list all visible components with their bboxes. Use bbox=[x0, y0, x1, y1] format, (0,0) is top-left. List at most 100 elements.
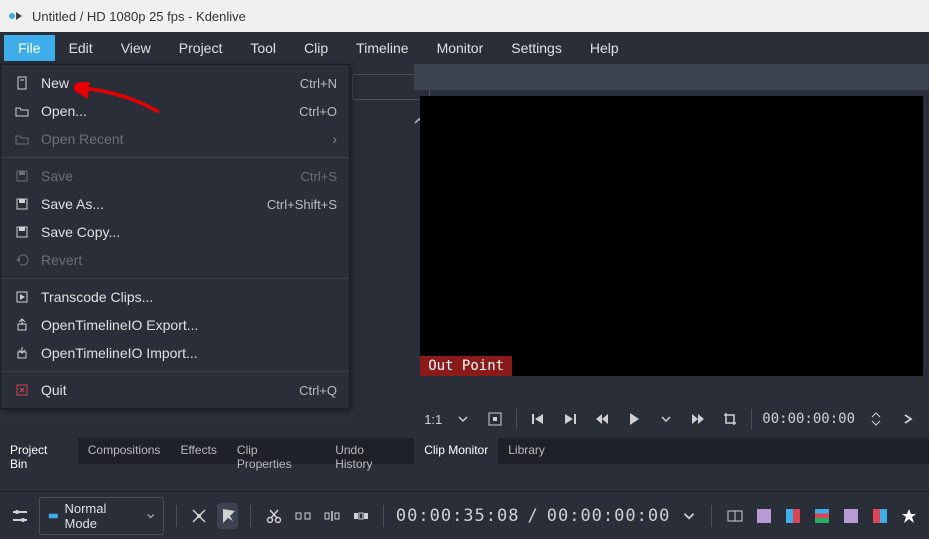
shortcut-label: Ctrl+Shift+S bbox=[267, 197, 337, 212]
import-icon bbox=[13, 344, 31, 362]
zoom-chevron-icon[interactable] bbox=[452, 408, 474, 430]
safe-zone-icon[interactable] bbox=[484, 408, 506, 430]
export-icon bbox=[13, 316, 31, 334]
play-chevron-icon[interactable] bbox=[655, 408, 677, 430]
file-menu-save-copy[interactable]: Save Copy... bbox=[1, 218, 349, 246]
fast-forward-icon[interactable] bbox=[687, 408, 709, 430]
window-title: Untitled / HD 1080p 25 fps - Kdenlive bbox=[32, 9, 246, 24]
spacer-icon[interactable] bbox=[292, 503, 313, 529]
menu-timeline[interactable]: Timeline bbox=[342, 35, 422, 61]
shortcut-label: Ctrl+N bbox=[300, 76, 337, 91]
file-menu-new[interactable]: NewCtrl+N bbox=[1, 69, 349, 97]
tab-compositions[interactable]: Compositions bbox=[78, 438, 171, 464]
monitor-timecode[interactable]: 00:00:00:00 bbox=[762, 411, 855, 427]
crop-icon[interactable] bbox=[719, 408, 741, 430]
separator bbox=[383, 505, 384, 527]
overwrite-icon[interactable] bbox=[350, 503, 371, 529]
menu-settings[interactable]: Settings bbox=[497, 35, 576, 61]
menu-separator bbox=[1, 278, 349, 279]
track-color-5-icon[interactable] bbox=[869, 503, 890, 529]
separator bbox=[751, 409, 752, 429]
transcode-icon bbox=[13, 288, 31, 306]
menu-item-label: Save Copy... bbox=[41, 224, 337, 240]
tab-undo-history[interactable]: Undo History bbox=[325, 438, 414, 464]
menu-edit[interactable]: Edit bbox=[55, 35, 107, 61]
timecode-chevron-icon[interactable] bbox=[678, 503, 699, 529]
go-start-icon[interactable] bbox=[527, 408, 549, 430]
tab-clip-monitor[interactable]: Clip Monitor bbox=[414, 438, 498, 464]
main-menubar: FileEditViewProjectToolClipTimelineMonit… bbox=[0, 32, 929, 64]
timeline-position-timecode[interactable]: 00:00:35:08 bbox=[396, 506, 520, 526]
file-menu-dropdown: NewCtrl+NOpen...Ctrl+OOpen Recent›SaveCt… bbox=[0, 64, 350, 409]
left-panel-tabs: Project BinCompositionsEffectsClip Prope… bbox=[0, 438, 414, 464]
save-icon bbox=[13, 167, 31, 185]
menu-view[interactable]: View bbox=[107, 35, 165, 61]
menu-item-label: Open Recent bbox=[41, 131, 332, 147]
play-icon[interactable] bbox=[623, 408, 645, 430]
doc-open-icon bbox=[13, 102, 31, 120]
file-menu-opentimelineio-export[interactable]: OpenTimelineIO Export... bbox=[1, 311, 349, 339]
menu-separator bbox=[1, 371, 349, 372]
menu-monitor[interactable]: Monitor bbox=[423, 35, 498, 61]
edit-mode-label: Normal Mode bbox=[64, 501, 123, 531]
compositing-icon[interactable] bbox=[188, 503, 209, 529]
monitor-timeline-track[interactable] bbox=[420, 382, 923, 400]
favorite-star-icon[interactable] bbox=[898, 503, 919, 529]
save-icon bbox=[13, 223, 31, 241]
out-point-label: Out Point bbox=[420, 356, 512, 376]
file-menu-save-as[interactable]: Save As...Ctrl+Shift+S bbox=[1, 190, 349, 218]
zoom-ratio-button[interactable]: 1:1 bbox=[424, 412, 442, 427]
monitor-top-bar bbox=[414, 64, 929, 90]
menu-item-label: Save bbox=[41, 168, 301, 184]
timecode-separator: / bbox=[527, 506, 538, 526]
track-color-1-icon[interactable] bbox=[753, 503, 774, 529]
right-panel-tabs: Clip MonitorLibrary bbox=[414, 438, 929, 464]
separator bbox=[250, 505, 251, 527]
play-pointer-icon[interactable] bbox=[217, 503, 238, 529]
save-icon bbox=[13, 195, 31, 213]
app-logo-icon bbox=[8, 8, 24, 24]
rewind-icon[interactable] bbox=[591, 408, 613, 430]
menu-item-label: Save As... bbox=[41, 196, 267, 212]
timeline-toolbar: Normal Mode 00:00:35:08 / 00:00:00:00 bbox=[0, 491, 929, 539]
monitor-options-icon[interactable] bbox=[897, 408, 919, 430]
menu-help[interactable]: Help bbox=[576, 35, 633, 61]
separator bbox=[516, 409, 517, 429]
menu-project[interactable]: Project bbox=[165, 35, 237, 61]
monitor-controls: 1:1 00:00:00:00 bbox=[414, 400, 929, 438]
tab-library[interactable]: Library bbox=[498, 438, 555, 464]
track-color-2-icon[interactable] bbox=[782, 503, 803, 529]
file-menu-transcode-clips[interactable]: Transcode Clips... bbox=[1, 283, 349, 311]
track-color-4-icon[interactable] bbox=[840, 503, 861, 529]
shortcut-label: Ctrl+Q bbox=[299, 383, 337, 398]
shortcut-label: Ctrl+S bbox=[301, 169, 337, 184]
clip-monitor-view[interactable]: Out Point bbox=[420, 96, 923, 376]
quit-icon bbox=[13, 381, 31, 399]
menu-tool[interactable]: Tool bbox=[236, 35, 290, 61]
cut-icon[interactable] bbox=[263, 503, 284, 529]
file-menu-opentimelineio-import[interactable]: OpenTimelineIO Import... bbox=[1, 339, 349, 367]
menu-item-label: Open... bbox=[41, 103, 299, 119]
menu-item-label: OpenTimelineIO Export... bbox=[41, 317, 337, 333]
file-menu-open[interactable]: Open...Ctrl+O bbox=[1, 97, 349, 125]
file-menu-save: SaveCtrl+S bbox=[1, 162, 349, 190]
menu-item-label: Revert bbox=[41, 252, 337, 268]
edit-mode-selector[interactable]: Normal Mode bbox=[39, 497, 164, 535]
timeline-duration-timecode[interactable]: 00:00:00:00 bbox=[547, 506, 671, 526]
insert-icon[interactable] bbox=[321, 503, 342, 529]
track-color-3-icon[interactable] bbox=[811, 503, 832, 529]
timecode-stepper-icon[interactable] bbox=[865, 408, 887, 430]
go-end-icon[interactable] bbox=[559, 408, 581, 430]
tab-project-bin[interactable]: Project Bin bbox=[0, 438, 78, 464]
tab-effects[interactable]: Effects bbox=[170, 438, 226, 464]
menu-file[interactable]: File bbox=[4, 35, 55, 61]
settings-icon[interactable] bbox=[10, 503, 31, 529]
view-split-icon[interactable] bbox=[724, 503, 745, 529]
menu-clip[interactable]: Clip bbox=[290, 35, 342, 61]
tab-clip-properties[interactable]: Clip Properties bbox=[227, 438, 325, 464]
file-menu-quit[interactable]: QuitCtrl+Q bbox=[1, 376, 349, 404]
menu-separator bbox=[1, 157, 349, 158]
shortcut-label: Ctrl+O bbox=[299, 104, 337, 119]
file-menu-revert: Revert bbox=[1, 246, 349, 274]
menu-item-label: Transcode Clips... bbox=[41, 289, 337, 305]
